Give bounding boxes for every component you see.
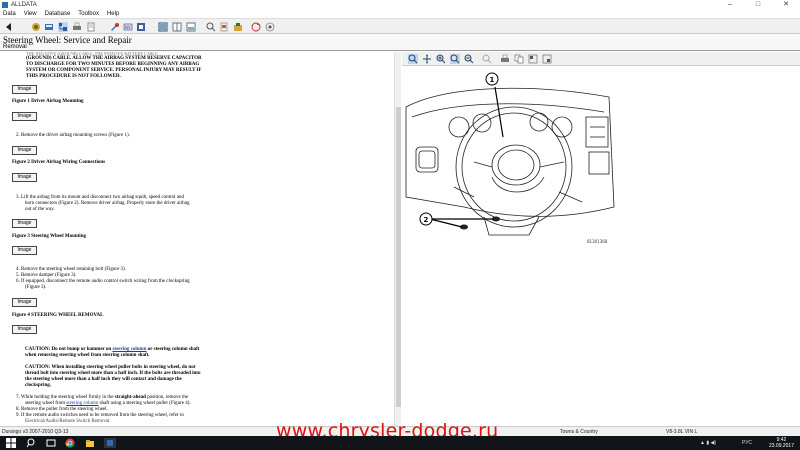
- image-button-8[interactable]: Image: [12, 325, 37, 334]
- steering-wheel-illustration: 1 2 81301368: [405, 72, 615, 244]
- zoom-in-icon[interactable]: [436, 54, 446, 64]
- parts-icon[interactable]: [233, 22, 243, 32]
- section-subtitle: Removal: [3, 44, 27, 50]
- image-toolbar: [402, 52, 800, 66]
- print-image-icon[interactable]: [500, 54, 510, 64]
- language-indicator[interactable]: РУС: [742, 440, 752, 446]
- minimize-button[interactable]: –: [716, 0, 744, 10]
- figure-2-caption: Figure 2 Driver Airbag Wiring Connection…: [12, 160, 106, 165]
- maximize-button[interactable]: □: [744, 0, 772, 10]
- figure-1-caption: Figure 1 Driver Airbag Mounting: [12, 99, 84, 104]
- step-9-cut: Electrical/Audio/Remote Switch Removal: [25, 419, 110, 424]
- text-scrollbar[interactable]: [394, 52, 401, 426]
- figure-ref-number: 81301368: [587, 239, 608, 244]
- task-view-icon[interactable]: [46, 438, 56, 448]
- chrome-icon[interactable]: [64, 438, 76, 448]
- figure-3-caption: Figure 3 Steering Wheel Mounting: [12, 234, 86, 239]
- image-button-4[interactable]: Image: [12, 173, 37, 182]
- steering-column-link-2[interactable]: steering column: [66, 401, 98, 406]
- taskbar-clock[interactable]: 9:42 23.09.2017: [769, 437, 794, 449]
- menu-bar: Data View Database Toolbox Help: [0, 10, 800, 18]
- alldata-taskbar-icon[interactable]: [104, 438, 116, 448]
- title-bar: ALLDATA – □ ✕: [0, 0, 800, 10]
- links-icon[interactable]: [265, 22, 275, 32]
- step-2: 2. Remove the driver airbag mounting scr…: [16, 133, 130, 138]
- caution-1-line-2: when removing steering wheel from steeri…: [25, 353, 150, 358]
- app-icon: [2, 2, 8, 8]
- notes-icon[interactable]: [86, 22, 96, 32]
- vehicle-select-icon[interactable]: [44, 22, 54, 32]
- back-arrow-icon[interactable]: [4, 22, 14, 32]
- close-button[interactable]: ✕: [772, 0, 800, 10]
- app-window: ALLDATA – □ ✕ Data View Database Toolbox…: [0, 0, 800, 450]
- os-taskbar: ▲ ▮ ◀) РУС 9:42 23.09.2017: [0, 436, 800, 450]
- menu-toolbox[interactable]: Toolbox: [78, 10, 99, 18]
- image-info-icon[interactable]: [542, 54, 552, 64]
- svg-text:NV: NV: [125, 25, 131, 30]
- image-button-1[interactable]: Image: [12, 85, 37, 94]
- windows-start-icon[interactable]: [6, 438, 16, 448]
- callout-1: 1: [490, 76, 495, 84]
- file-explorer-icon[interactable]: [84, 438, 96, 448]
- step-3-line-3: out of the way.: [25, 207, 55, 212]
- print-icon[interactable]: [72, 22, 82, 32]
- window-title: ALLDATA: [11, 2, 37, 8]
- figure-4-caption: Figure 4 STEERING WHEEL REMOVAL: [12, 313, 104, 318]
- callout-2: 2: [424, 216, 429, 224]
- tsb-icon[interactable]: NV: [123, 22, 133, 32]
- procedure-text-pane: THE NEGATIVE (GROUND) CABLE, THE POSITIV…: [0, 52, 401, 426]
- document-header: Steering Wheel: Service and Repair Remov…: [0, 34, 800, 51]
- image-pane: 1 2 81301368: [402, 52, 800, 426]
- clock-date: 23.09.2017: [768, 443, 794, 449]
- image-button-6[interactable]: Image: [12, 246, 37, 255]
- zoom-out-icon[interactable]: [464, 54, 474, 64]
- menu-database[interactable]: Database: [45, 10, 71, 18]
- estimate-icon[interactable]: [136, 22, 146, 32]
- step-6-line-2: (Figure 3).: [25, 285, 47, 290]
- history-icon[interactable]: [251, 22, 261, 32]
- image-button-2[interactable]: Image: [12, 112, 37, 121]
- bookmark-icon[interactable]: [219, 22, 229, 32]
- copy-image-icon[interactable]: [514, 54, 524, 64]
- window-controls: – □ ✕: [716, 0, 800, 10]
- image-button-5[interactable]: Image: [12, 219, 37, 228]
- image-view-icon[interactable]: [186, 22, 196, 32]
- pan-icon[interactable]: [422, 54, 432, 64]
- menu-view[interactable]: View: [24, 10, 37, 18]
- menu-help[interactable]: Help: [107, 10, 119, 18]
- split-view-icon[interactable]: [172, 22, 182, 32]
- caution-2-line-4: clockspring.: [25, 383, 51, 388]
- zoom-select-icon[interactable]: [408, 54, 418, 64]
- tools-icon[interactable]: [110, 22, 120, 32]
- tree-refresh-icon[interactable]: [31, 22, 41, 32]
- find-icon[interactable]: [206, 22, 216, 32]
- menu-data[interactable]: Data: [3, 10, 16, 18]
- steering-column-link[interactable]: steering column: [112, 347, 146, 352]
- tray-icons[interactable]: ▲ ▮ ◀): [700, 440, 716, 446]
- warning-line-4: THIS PROCEDURE IS NOT FOLLOWED.: [26, 74, 121, 79]
- image-button-7[interactable]: Image: [12, 298, 37, 307]
- tree-view-icon[interactable]: [58, 22, 68, 32]
- zoom-disabled-icon[interactable]: [482, 54, 492, 64]
- search-icon[interactable]: [26, 438, 36, 448]
- zoom-fit-icon[interactable]: [450, 54, 460, 64]
- image-button-3[interactable]: Image: [12, 146, 37, 155]
- rotate-image-icon[interactable]: [528, 54, 538, 64]
- scrollbar-thumb[interactable]: [396, 107, 401, 407]
- main-toolbar: NV: [0, 18, 800, 34]
- list-view-icon[interactable]: [158, 22, 168, 32]
